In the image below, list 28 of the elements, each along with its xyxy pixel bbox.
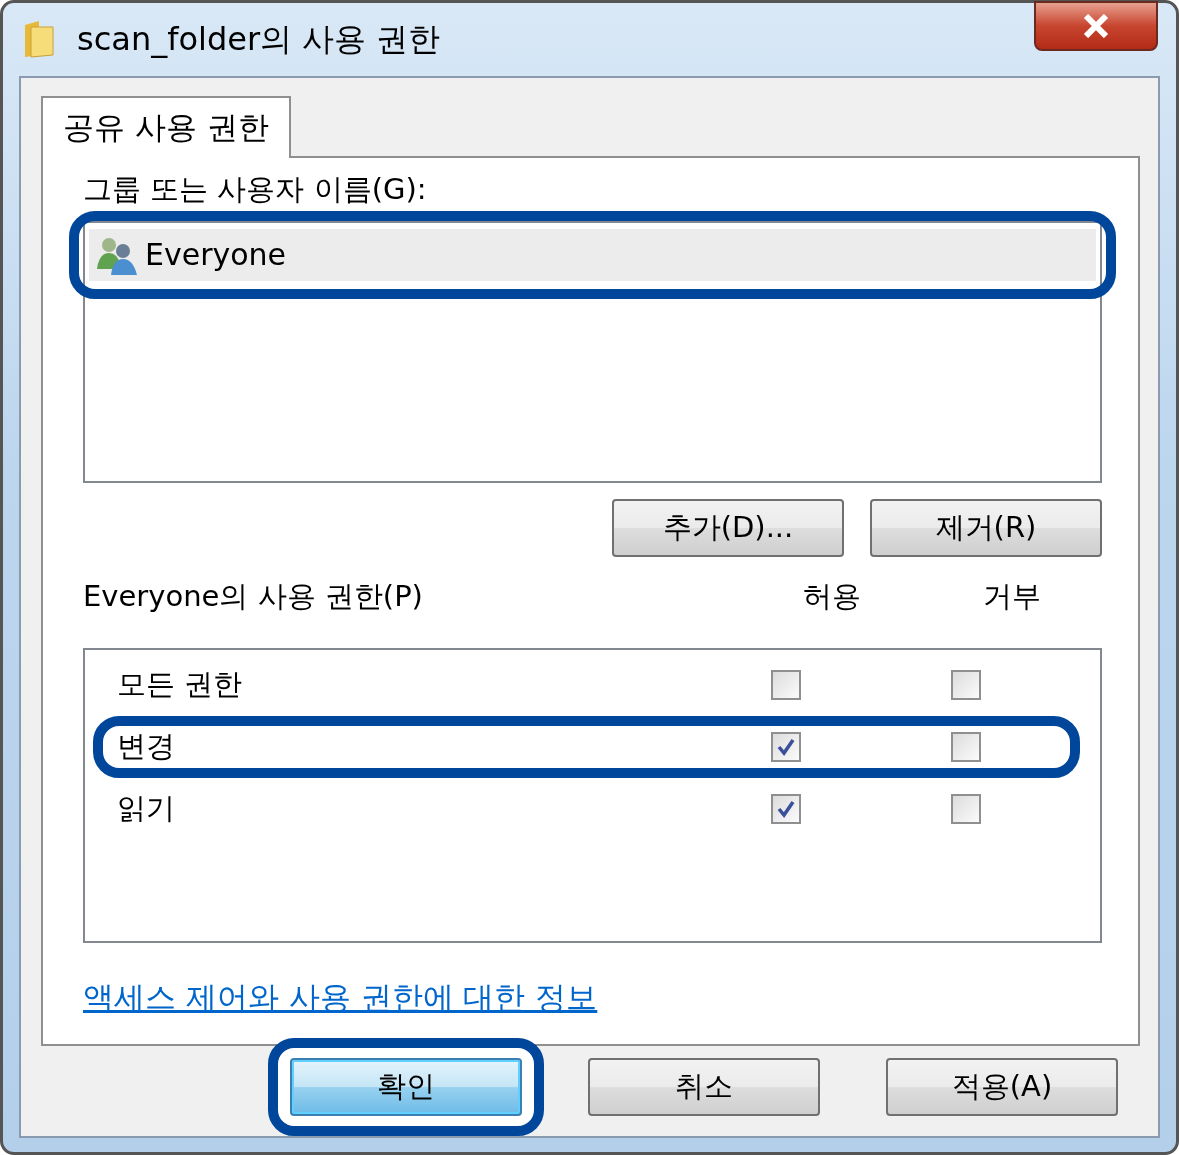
push-button[interactable]: 제거(R) [870, 498, 1102, 557]
checkbox[interactable] [771, 669, 801, 700]
close-icon [1082, 14, 1110, 39]
checkbox[interactable] [951, 669, 981, 700]
checkbox[interactable] [951, 793, 981, 824]
check-icon [776, 736, 796, 757]
push-button[interactable]: 확인 [290, 1058, 522, 1116]
push-button[interactable]: 적용(A) [886, 1058, 1118, 1116]
permission-name: 변경 [117, 727, 176, 765]
checkbox[interactable] [771, 793, 801, 824]
permissions-label: Everyone의 사용 권한(P) [83, 578, 424, 614]
push-button[interactable]: 추가(D)... [612, 498, 844, 557]
list-label: 그룹 또는 사용자 이름(G): [83, 172, 428, 207]
tab[interactable]: 공유 사용 권한 [41, 95, 291, 158]
checkbox[interactable] [951, 731, 981, 762]
push-button[interactable]: 취소 [588, 1058, 820, 1116]
column-header: 허용 [802, 578, 862, 614]
checkbox[interactable] [771, 731, 801, 762]
user-list-item[interactable]: Everyone [89, 228, 1096, 281]
permission-name: 모든 권한 [117, 665, 244, 703]
permission-name: 읽기 [117, 789, 176, 827]
help-link[interactable]: 액세스 제어와 사용 권한에 대한 정보 [83, 973, 598, 1020]
column-header: 거부 [982, 578, 1042, 614]
user-name: Everyone [145, 236, 287, 275]
folder-icon [23, 19, 57, 60]
window-title: scan_folder의 사용 권한 [77, 19, 442, 61]
close-button[interactable] [1034, 1, 1158, 52]
check-icon [776, 798, 796, 819]
